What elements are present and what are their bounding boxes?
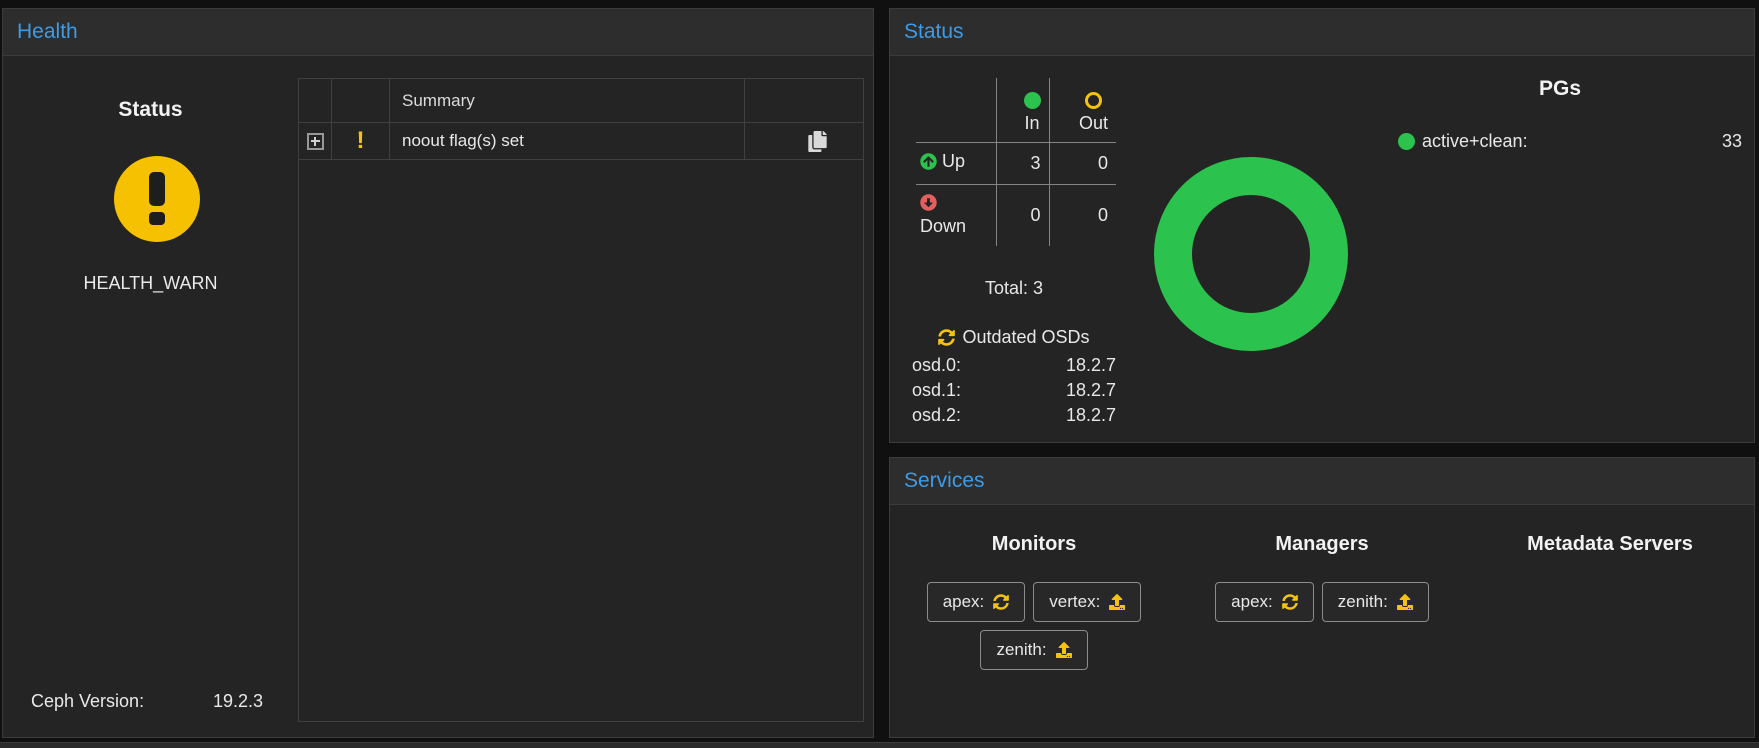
outdated-osds-title: Outdated OSDs [962, 327, 1089, 348]
health-panel: Health Status HEALTH_WARN Ceph Version: … [2, 8, 874, 738]
bottom-strip [0, 742, 1759, 748]
pgs-block: PGs active+clean: 33 [1370, 77, 1750, 152]
down-label: Down [920, 216, 995, 237]
ceph-version-label: Ceph Version: [31, 691, 144, 712]
warnings-table-header-row: Summary [299, 79, 863, 123]
in-header-label: In [1024, 113, 1039, 134]
copy-icon[interactable] [807, 131, 828, 152]
health-status-heading: Status [3, 98, 298, 122]
service-button-monitor-zenith[interactable]: zenith: [980, 630, 1087, 670]
service-button-manager-zenith[interactable]: zenith: [1322, 582, 1429, 622]
upload-icon [1056, 642, 1072, 658]
metadata-servers-title: Metadata Servers [1466, 533, 1754, 556]
osd-version: 18.2.7 [1066, 403, 1116, 428]
osd-in-column-header: In [996, 78, 1049, 142]
service-label: vertex: [1049, 592, 1100, 612]
osd-down-in-count: 0 [996, 184, 1049, 246]
osd-total: Total: 3 [912, 278, 1116, 299]
service-label: apex: [1231, 592, 1273, 612]
health-panel-title: Health [17, 20, 78, 44]
monitors-group: Monitors apex: vertex: zenith: [890, 505, 1178, 737]
in-status-dot-icon [1024, 92, 1041, 109]
health-status-value: HEALTH_WARN [3, 273, 298, 294]
refresh-icon [993, 594, 1009, 610]
osd-up-in-count: 3 [996, 142, 1049, 184]
upload-icon [1397, 594, 1413, 610]
osd-out-column-header: Out [1049, 78, 1116, 142]
osd-down-out-count: 0 [1049, 184, 1116, 246]
warning-severity-icon: ! [357, 129, 365, 153]
upload-icon [1109, 594, 1125, 610]
exclamation-bar [149, 172, 165, 206]
severity-column-header [332, 79, 390, 122]
expand-row-icon[interactable] [307, 133, 324, 150]
status-panel-title: Status [904, 20, 964, 44]
services-panel-title: Services [904, 469, 985, 493]
osd-up-out-count: 0 [1049, 142, 1116, 184]
outdated-osd-row: osd.2: 18.2.7 [912, 403, 1116, 428]
osd-status-block: In Out Up 3 0 [912, 78, 1116, 428]
summary-column-header: Summary [390, 79, 745, 122]
arrow-circle-down-icon [920, 194, 937, 211]
pgs-legend-row: active+clean: 33 [1370, 131, 1750, 152]
up-label: Up [942, 151, 965, 172]
health-panel-header: Health [3, 9, 873, 56]
warning-table-row[interactable]: ! noout flag(s) set [299, 123, 863, 160]
osd-name: osd.2: [912, 403, 961, 428]
copy-column-header [745, 79, 863, 122]
managers-group: Managers apex: zenith: [1178, 505, 1466, 737]
outdated-osds-header: Outdated OSDs [912, 327, 1116, 348]
service-button-manager-apex[interactable]: apex: [1215, 582, 1314, 622]
expander-column-header [299, 79, 332, 122]
health-warning-icon [114, 156, 200, 242]
pgs-donut-chart [1154, 157, 1348, 351]
outdated-osd-row: osd.0: 18.2.7 [912, 353, 1116, 378]
ceph-version-value: 19.2.3 [213, 691, 263, 712]
services-panel: Services Monitors apex: vertex: zenith: [889, 457, 1755, 738]
status-panel-header: Status [890, 9, 1754, 56]
health-warnings-table: Summary ! noout flag(s) set [298, 78, 864, 722]
pgs-legend-value: 33 [1722, 131, 1742, 152]
service-label: apex: [943, 592, 985, 612]
refresh-icon [1282, 594, 1298, 610]
managers-title: Managers [1178, 533, 1466, 556]
osd-version: 18.2.7 [1066, 378, 1116, 403]
warning-summary-text: noout flag(s) set [390, 123, 745, 159]
active-clean-dot-icon [1398, 133, 1415, 150]
refresh-icon [938, 329, 955, 346]
out-status-ring-icon [1085, 92, 1102, 109]
service-label: zenith: [996, 640, 1046, 660]
service-button-monitor-vertex[interactable]: vertex: [1033, 582, 1141, 622]
monitors-title: Monitors [890, 533, 1178, 556]
pgs-legend-label: active+clean: [1422, 131, 1528, 152]
osd-name: osd.1: [912, 378, 961, 403]
status-panel: Status In Out [889, 8, 1755, 443]
service-label: zenith: [1338, 592, 1388, 612]
metadata-servers-group: Metadata Servers [1466, 505, 1754, 737]
osd-version: 18.2.7 [1066, 353, 1116, 378]
arrow-circle-up-icon [920, 153, 937, 170]
osd-up-row-label: Up [916, 142, 996, 184]
pgs-title: PGs [1370, 77, 1750, 101]
osd-in-out-table: In Out Up 3 0 [916, 78, 1116, 246]
services-body: Monitors apex: vertex: zenith: Managers [890, 505, 1754, 737]
service-button-monitor-apex[interactable]: apex: [927, 582, 1026, 622]
out-header-label: Out [1079, 113, 1108, 134]
outdated-osds-list: osd.0: 18.2.7 osd.1: 18.2.7 osd.2: 18.2.… [912, 353, 1116, 428]
exclamation-dot [149, 212, 165, 225]
outdated-osd-row: osd.1: 18.2.7 [912, 378, 1116, 403]
services-panel-header: Services [890, 458, 1754, 505]
osd-table-corner-cell [916, 78, 996, 142]
ceph-version-row: Ceph Version: 19.2.3 [31, 691, 263, 712]
osd-down-row-label: Down [916, 184, 996, 246]
osd-name: osd.0: [912, 353, 961, 378]
